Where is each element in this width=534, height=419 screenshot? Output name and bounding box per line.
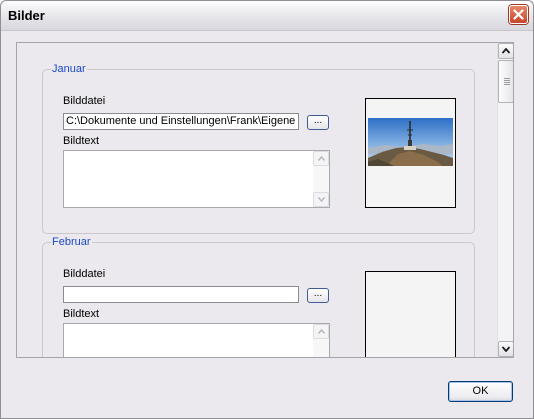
browse-button[interactable]: ...	[307, 288, 329, 303]
browse-button[interactable]: ...	[307, 115, 329, 130]
bilder-dialog: Bilder Januar Bilddatei C:\Dokumente und…	[0, 0, 534, 419]
scroll-up-button[interactable]	[498, 43, 513, 59]
group-legend: Februar	[51, 236, 92, 248]
arrow-down-icon	[318, 197, 325, 202]
scroll-down-button[interactable]	[498, 341, 513, 357]
pictures-scroll-panel[interactable]: Januar Bilddatei C:\Dokumente und Einste…	[16, 42, 514, 358]
textarea-scrollbar[interactable]	[313, 151, 329, 207]
bilddatei-input[interactable]	[63, 286, 299, 303]
bilddatei-label: Bilddatei	[63, 268, 106, 280]
image-preview[interactable]	[365, 271, 456, 357]
bildtext-label: Bildtext	[63, 308, 100, 320]
arrow-up-icon	[318, 156, 325, 161]
mountain-antenna-photo	[368, 118, 453, 166]
close-x-icon	[513, 9, 524, 20]
group-januar: Januar Bilddatei C:\Dokumente und Einste…	[42, 63, 475, 234]
title-bar[interactable]: Bilder	[1, 1, 533, 31]
bildtext-label: Bildtext	[63, 135, 100, 147]
group-februar: Februar Bilddatei ... Bildtext	[42, 236, 475, 357]
vertical-scrollbar[interactable]	[497, 43, 513, 357]
bilddatei-input[interactable]: C:\Dokumente und Einstellungen\Frank\Eig…	[63, 113, 299, 130]
bilddatei-label: Bilddatei	[63, 95, 106, 107]
ok-button[interactable]: OK	[448, 381, 513, 402]
group-legend: Januar	[51, 63, 87, 75]
textarea-scroll-up-button[interactable]	[313, 324, 329, 339]
bildtext-textarea[interactable]	[63, 323, 330, 357]
textarea-scrollbar[interactable]	[313, 324, 329, 357]
close-button[interactable]	[509, 5, 528, 24]
image-preview[interactable]	[365, 98, 456, 208]
arrow-up-icon	[502, 48, 510, 54]
scrollbar-thumb[interactable]	[498, 60, 513, 103]
textarea-scroll-up-button[interactable]	[313, 151, 329, 166]
arrow-down-icon	[502, 346, 510, 352]
window-title: Bilder	[8, 8, 45, 23]
bildtext-textarea[interactable]	[63, 150, 330, 208]
textarea-scroll-down-button[interactable]	[313, 192, 329, 207]
arrow-up-icon	[318, 329, 325, 334]
